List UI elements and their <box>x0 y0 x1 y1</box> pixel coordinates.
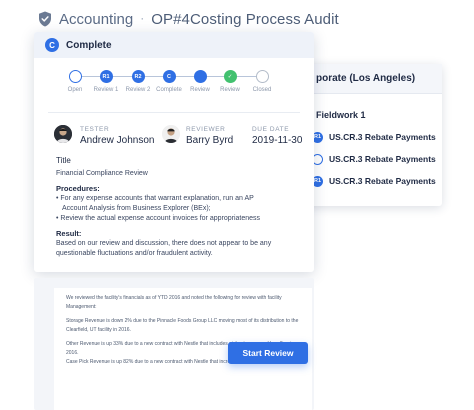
tester-name: Andrew Johnson <box>80 135 155 146</box>
fieldwork-item-label: US.CR.3 Rebate Payments <box>329 176 436 186</box>
page-title: OP#4Costing Process Audit <box>151 10 339 28</box>
result-label: Result: <box>56 229 82 238</box>
fieldwork-list: R1 US.CR.3 Rebate Payments US.CR.3 Rebat… <box>296 126 442 192</box>
procedure-bullet-1: • For any expense accounts that warrant … <box>56 195 254 202</box>
due-date-role: DUE DATE <box>252 126 290 133</box>
reviewer-role: REVIEWER <box>186 126 226 133</box>
fieldwork-item[interactable]: R1 US.CR.3 Rebate Payments <box>312 126 442 148</box>
fieldwork-panel-header: porate (Los Angeles) <box>296 64 442 94</box>
step-circle <box>68 70 82 83</box>
title-label: Title <box>56 156 71 165</box>
fieldwork-item-label: US.CR.3 Rebate Payments <box>329 132 436 142</box>
fieldwork-item[interactable]: R1 US.CR.3 Rebate Payments <box>312 170 442 192</box>
fieldwork-item-label: US.CR.3 Rebate Payments <box>329 154 436 164</box>
procedures-label: Procedures: <box>56 184 100 193</box>
page-header: Accounting · OP#4Costing Process Audit <box>38 8 339 30</box>
step-circle <box>255 70 269 83</box>
step-circle: R1 <box>99 70 113 83</box>
reviewer-avatar <box>162 125 180 143</box>
title-value: Financial Compliance Review <box>56 170 148 177</box>
breadcrumb-separator: · <box>140 11 145 25</box>
status-badge: C <box>45 38 59 52</box>
step-circle <box>193 70 207 83</box>
tester-avatar <box>54 125 72 143</box>
report-paragraph: Storage Revenue is down 2% due to the Pi… <box>66 318 299 333</box>
shield-icon <box>39 11 51 27</box>
audit-detail-card: C Complete Open R1 Review 1 R2 Review 2 … <box>34 32 314 272</box>
status-header: C Complete <box>34 32 314 58</box>
procedure-text: For any expense accounts that warrant ex… <box>60 195 254 202</box>
fieldwork-item[interactable]: US.CR.3 Rebate Payments <box>312 148 442 170</box>
tester-role: TESTER <box>80 126 110 133</box>
step-label: Closed <box>252 87 272 93</box>
workflow-progress: Open R1 Review 1 R2 Review 2 C Complete … <box>34 68 314 112</box>
result-line-2: questionable fluctuations and/or fraudul… <box>56 250 213 257</box>
due-date-value: 2019-11-30 <box>252 135 303 146</box>
start-review-button[interactable]: Start Review <box>228 342 308 364</box>
check-icon: ✓ <box>223 70 237 83</box>
step-circle: C <box>162 70 176 83</box>
fieldwork-subheader: Fieldwork 1 <box>316 110 366 120</box>
procedure-text: Review the actual expense account invoic… <box>60 215 261 222</box>
step-circle: R2 <box>131 70 145 83</box>
workflow-step-closed[interactable]: Closed <box>237 68 287 93</box>
report-paragraph: We reviewed the facility's financials as… <box>66 295 282 310</box>
reviewer-name: Barry Byrd <box>186 135 234 146</box>
breadcrumb-module[interactable]: Accounting <box>59 11 133 28</box>
status-title: Complete <box>66 39 112 51</box>
result-line-1: Based on our review and discussion, ther… <box>56 240 272 247</box>
procedure-bullet-1-cont: Account Analysis from Business Explorer … <box>62 205 211 212</box>
fieldwork-panel: porate (Los Angeles) Fieldwork 1 R1 US.C… <box>296 64 442 206</box>
assignment-row: TESTER Andrew Johnson REVIEWER Barry Byr… <box>34 123 314 161</box>
procedure-bullet-2: • Review the actual expense account invo… <box>56 215 261 222</box>
divider <box>48 112 300 113</box>
